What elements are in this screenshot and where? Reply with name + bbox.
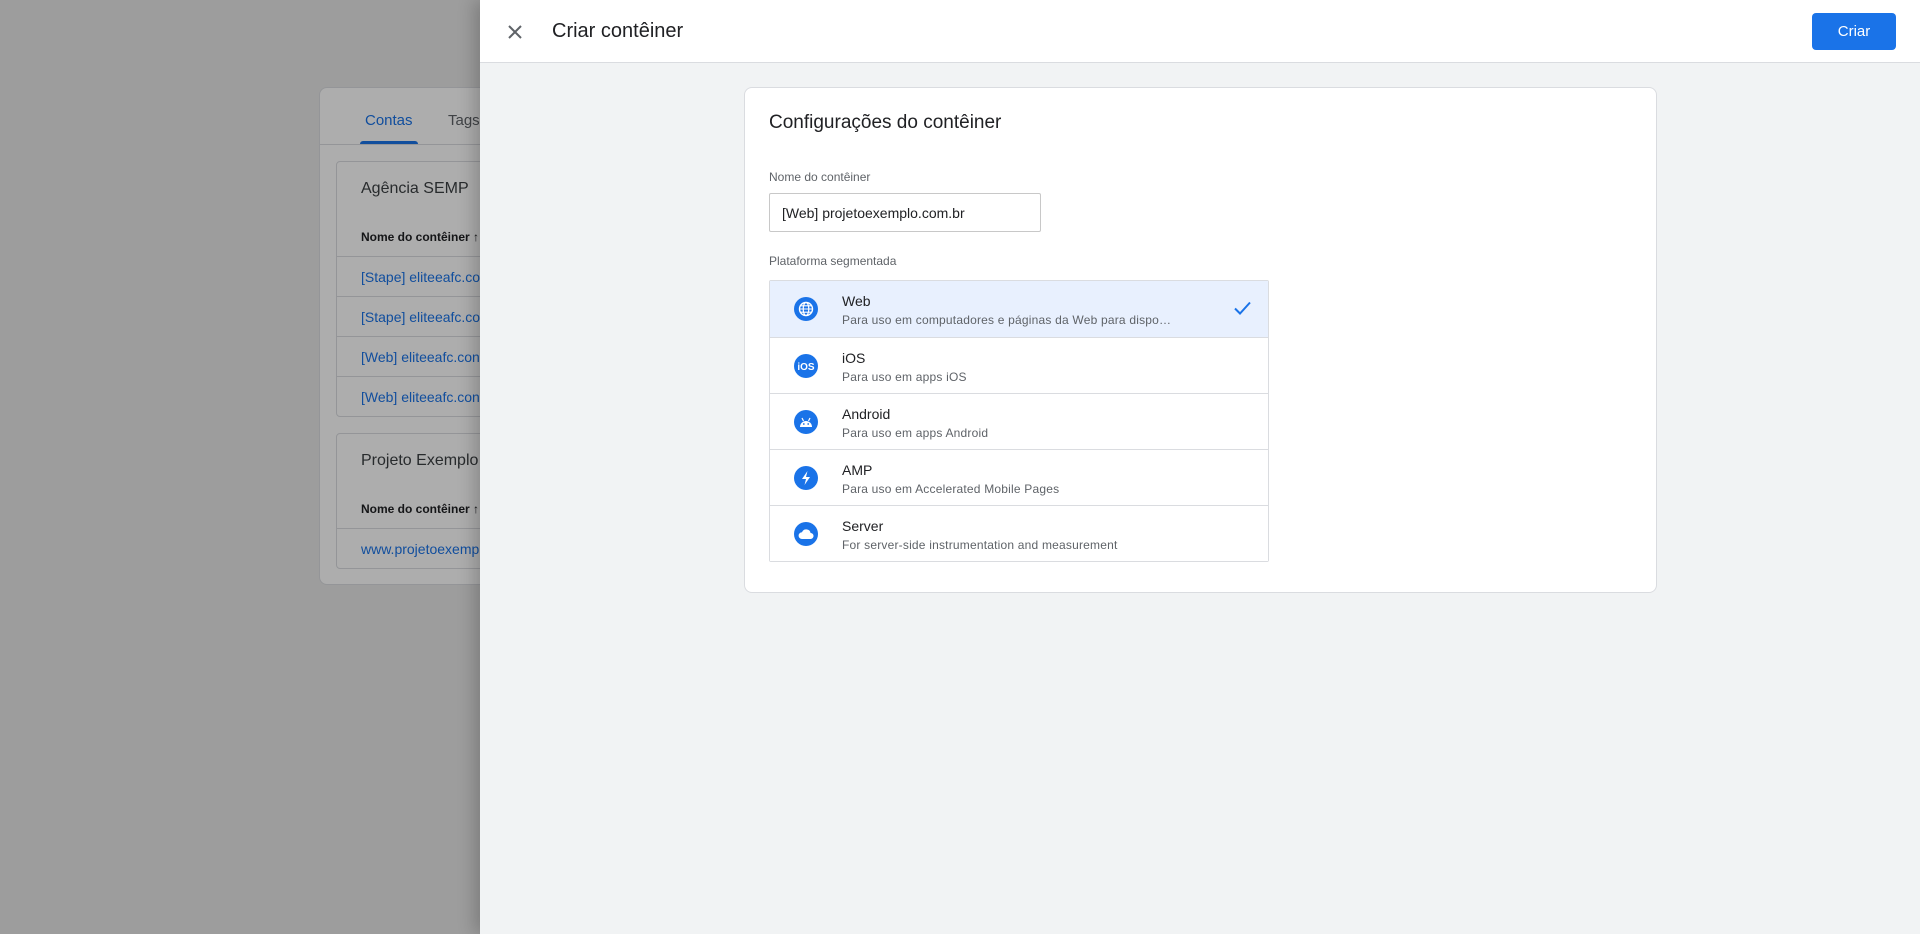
platform-option-ios[interactable]: iOS iOS Para uso em apps iOS — [770, 337, 1268, 393]
platform-name: Server — [842, 518, 884, 534]
platform-description: Para uso em apps Android — [842, 426, 989, 440]
platform-option-web[interactable]: Web Para uso em computadores e páginas d… — [770, 281, 1268, 337]
amp-bolt-icon — [794, 466, 818, 490]
android-icon — [794, 410, 818, 434]
panel-title: Criar contêiner — [552, 20, 684, 42]
platform-name: iOS — [842, 350, 866, 366]
platform-label: Plataforma segmentada — [769, 254, 897, 268]
container-name-label: Nome do contêiner — [769, 170, 871, 184]
create-container-panel: Criar contêiner Criar Configurações do c… — [480, 0, 1920, 934]
platform-description: Para uso em apps iOS — [842, 370, 967, 384]
cloud-icon — [794, 522, 818, 546]
platform-option-amp[interactable]: AMP Para uso em Accelerated Mobile Pages — [770, 449, 1268, 505]
ios-icon: iOS — [794, 354, 818, 378]
platform-name: AMP — [842, 462, 873, 478]
svg-text:iOS: iOS — [797, 362, 815, 372]
container-settings-card: Configurações do contêiner Nome do contê… — [744, 87, 1657, 593]
close-icon — [508, 25, 522, 39]
platform-name: Android — [842, 406, 891, 422]
platform-option-server[interactable]: Server For server-side instrumentation a… — [770, 505, 1268, 561]
settings-title: Configurações do contêiner — [769, 112, 1002, 133]
platform-option-android[interactable]: Android Para uso em apps Android — [770, 393, 1268, 449]
panel-header: Criar contêiner Criar — [480, 0, 1920, 63]
platform-list: Web Para uso em computadores e páginas d… — [769, 280, 1269, 562]
platform-description: Para uso em Accelerated Mobile Pages — [842, 482, 1060, 496]
container-name-input[interactable] — [769, 193, 1041, 232]
create-button[interactable]: Criar — [1812, 13, 1896, 50]
platform-description: Para uso em computadores e páginas da We… — [842, 313, 1172, 327]
globe-icon — [794, 297, 818, 321]
check-icon — [1234, 301, 1251, 315]
platform-description: For server-side instrumentation and meas… — [842, 538, 1118, 552]
close-button[interactable] — [500, 17, 530, 47]
platform-name: Web — [842, 293, 871, 309]
